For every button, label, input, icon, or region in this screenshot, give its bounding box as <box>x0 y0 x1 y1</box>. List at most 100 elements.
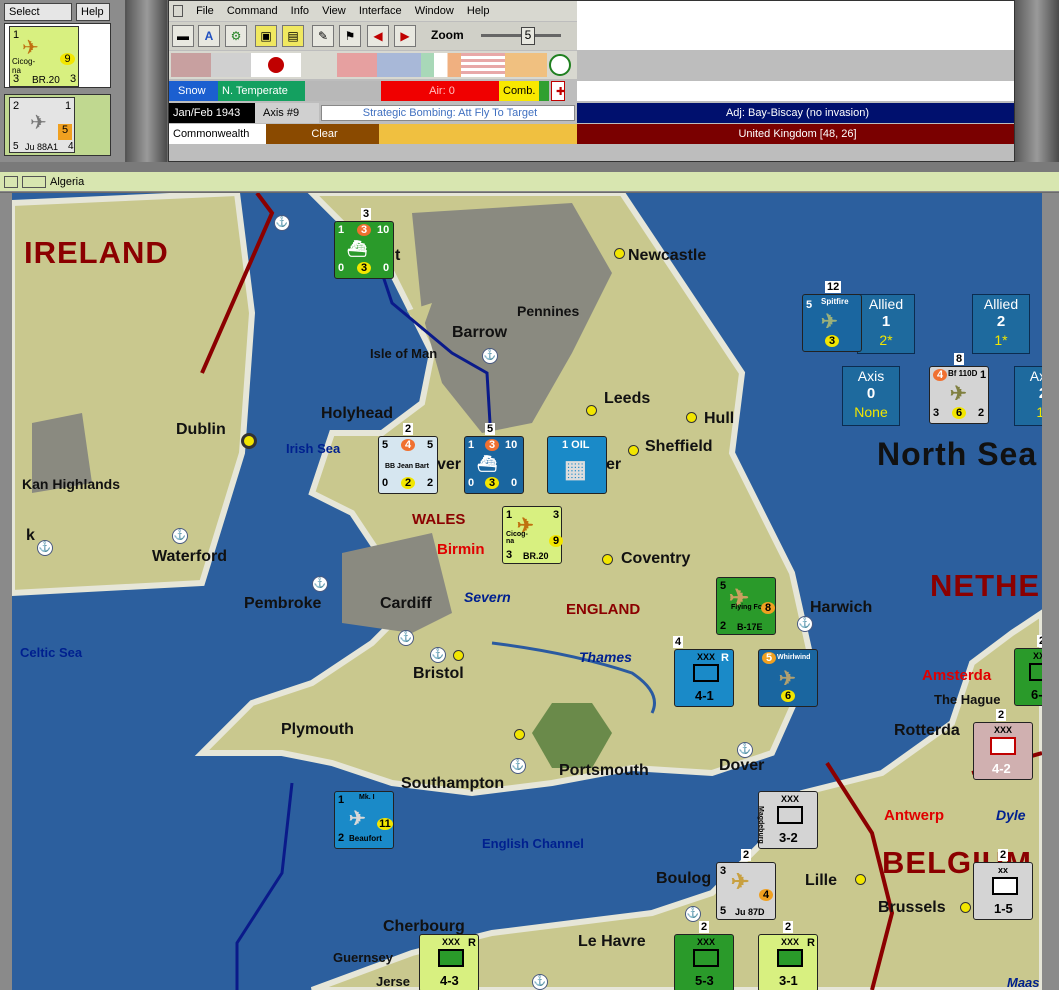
plane-icon: ✈ <box>30 112 47 134</box>
unit-infantry-corps[interactable]: 2 XXX 5-3 <box>674 921 734 990</box>
label-england: ENGLAND <box>566 601 641 618</box>
unit-xiii-corps[interactable]: 2 XXX R 3-1 <box>758 921 818 990</box>
map-window-titlebar: Algeria <box>0 172 1059 192</box>
panel-bezel <box>127 0 167 162</box>
ju88-counter[interactable]: 2 1 ✈ 5 5 Ju 88A1 4 <box>9 97 75 153</box>
target-icon[interactable] <box>549 54 571 76</box>
gear-icon[interactable]: ⚙ <box>225 25 247 47</box>
city-marker <box>453 650 464 661</box>
window-icon[interactable] <box>4 176 18 188</box>
unit-bf110[interactable]: 8 4 Bf 110D 1 ✈ 3 6 2 <box>929 353 989 424</box>
tank-icon[interactable]: ▬ <box>172 25 194 47</box>
unit-tank-division[interactable]: 2 xx 1-5 <box>973 849 1033 920</box>
unit-slot-1[interactable]: 1 ✈ Cicog-na 9 3 BR.20 3 <box>4 23 111 88</box>
counter-top-left: 1 <box>13 29 20 41</box>
unit-dutch-corps[interactable]: 2 XXX 4-2 <box>973 709 1033 780</box>
pin-icon[interactable]: ✎ <box>312 25 334 47</box>
window-icon <box>173 5 183 18</box>
unit-size: XXX <box>781 937 800 947</box>
arrow-right-icon[interactable]: ▶ <box>394 25 416 47</box>
box-title: Axis <box>1029 368 1042 384</box>
unit-xxxvi-corps[interactable]: 2 XXX 6-3 <box>1014 635 1042 706</box>
counter-top-right: 1 <box>65 100 72 112</box>
infantry-icon <box>693 664 719 682</box>
axis-box-0[interactable]: Axis 0 None <box>842 366 900 426</box>
unit-attack: 5 <box>762 652 776 664</box>
port-anchor-icon: ⚓ <box>532 974 548 990</box>
select-button[interactable]: Select <box>4 3 72 21</box>
unit-whirlwind[interactable]: 5 Whirlwind ✈ 6 <box>758 649 818 707</box>
menu-interface[interactable]: Interface <box>359 1 402 21</box>
unit-spitfire[interactable]: 12 5 Spitfire ✈ 3 <box>802 281 862 352</box>
unit-fleet-green[interactable]: 3 1 3 10 ⛴ 0 3 0 <box>334 208 394 279</box>
air-status: Air: 0 <box>381 81 499 101</box>
unit-model: Ju 87D <box>735 907 765 917</box>
arrow-left-icon[interactable]: ◀ <box>367 25 389 47</box>
china-flag-icon[interactable] <box>337 53 377 77</box>
game-map[interactable]: IRELAND North Sea NETHE BELGIUM WALES EN… <box>12 193 1042 990</box>
menu-file[interactable]: File <box>196 1 214 21</box>
unit-oil[interactable]: 1 OIL ▦ <box>547 436 607 494</box>
menu-info[interactable]: Info <box>291 1 309 21</box>
unit-cicogna[interactable]: 1 3 ✈ Cicog-na 9 3 BR.20 <box>502 506 563 564</box>
unit-flying-fortress[interactable]: 5 ✈ Flying Fort 8 2 B-17E <box>716 577 776 635</box>
usa-flag-icon[interactable] <box>461 53 505 77</box>
city-marker <box>586 405 597 416</box>
counter-bottom-right: 3 <box>70 73 77 85</box>
unit-attack: 4 <box>933 369 947 381</box>
unit-bottom-left: 0 <box>468 477 475 489</box>
toolbar: ▬ A ⚙ ▣ ▤ ✎ ⚑ ◀ ▶ Zoom 5 <box>169 22 577 50</box>
minimize-icon[interactable] <box>22 176 46 188</box>
axis-box-2[interactable]: Axis 2 1* <box>1014 366 1042 426</box>
menu-view[interactable]: View <box>322 1 346 21</box>
unit-slot-2[interactable]: 2 1 ✈ 5 5 Ju 88A1 4 <box>4 94 111 156</box>
city-harwich: Harwich <box>810 599 873 616</box>
menu-help[interactable]: Help <box>467 1 490 21</box>
unit-ju87[interactable]: 2 3 ✈ 4 5 Ju 87D <box>716 849 776 920</box>
load-icon[interactable]: ▤ <box>282 25 304 47</box>
help-button[interactable]: Help <box>76 3 110 21</box>
flag-icon[interactable]: ⚑ <box>339 25 361 47</box>
counter-bottom-left: 3 <box>13 73 20 85</box>
unit-combat-value: 6-3 <box>1031 687 1042 702</box>
save-icon[interactable]: ▣ <box>255 25 277 47</box>
zoom-value[interactable]: 5 <box>521 27 535 45</box>
uk-flag-icon[interactable] <box>377 53 421 77</box>
port-anchor-icon: ⚓ <box>430 647 446 663</box>
map-scrollbar[interactable] <box>1042 193 1059 990</box>
ireland-flag-icon[interactable] <box>421 53 461 77</box>
menu-window[interactable]: Window <box>415 1 454 21</box>
stack-count: 3 <box>361 208 372 220</box>
allied-box-1[interactable]: Allied 1 2* <box>857 294 915 354</box>
cicogna-counter[interactable]: 1 ✈ Cicog-na 9 3 BR.20 3 <box>9 26 79 87</box>
unit-bb-jean-bart[interactable]: 2 5 4 5 BB Jean Bart 0 2 2 <box>378 423 438 494</box>
text-icon[interactable]: A <box>198 25 220 47</box>
unit-combat-value: 5-3 <box>695 973 714 988</box>
allied-box-2[interactable]: Allied 2 1* <box>972 294 1030 354</box>
unit-magdeburg-corps[interactable]: XXX Magdeburg 3-2 <box>757 791 818 849</box>
unit-bottom-left: 3 <box>933 407 940 419</box>
box-sub: 2* <box>879 332 893 348</box>
city-portsmouth: Portsmouth <box>559 762 649 779</box>
city-cardiff: Cardiff <box>380 595 432 612</box>
port-anchor-icon: ⚓ <box>510 758 526 774</box>
port-anchor-icon: ⚓ <box>274 215 290 231</box>
counter-bottom-left: 5 <box>13 141 19 152</box>
unit-xlv-corps[interactable]: 4 XXX R 4-1 <box>673 636 734 707</box>
box-sub: 1* <box>1036 404 1042 420</box>
italy-flag-icon[interactable] <box>211 53 251 77</box>
unit-bottom-left: 0 <box>338 262 345 274</box>
shield-icon[interactable]: ✚ <box>551 81 565 101</box>
stack-count: 2 <box>403 423 414 435</box>
ussr-flag-icon[interactable] <box>505 53 547 77</box>
unit-strength: 2 <box>401 477 415 489</box>
germany-flag-icon[interactable] <box>171 53 211 77</box>
unit-mech-corps[interactable]: XXX R 4-3 <box>419 934 479 990</box>
unit-strength: 6 <box>781 690 795 702</box>
menu-command[interactable]: Command <box>227 1 278 21</box>
city-brussels: Brussels <box>878 899 946 916</box>
unit-fleet-blue[interactable]: 5 1 3 10 ⛴ 0 3 0 <box>464 423 524 494</box>
japan-flag-icon[interactable] <box>251 53 301 77</box>
port-anchor-icon: ⚓ <box>312 576 328 592</box>
unit-beaufort[interactable]: 1 Mk. I ✈ 11 2 Beaufort <box>334 791 394 849</box>
